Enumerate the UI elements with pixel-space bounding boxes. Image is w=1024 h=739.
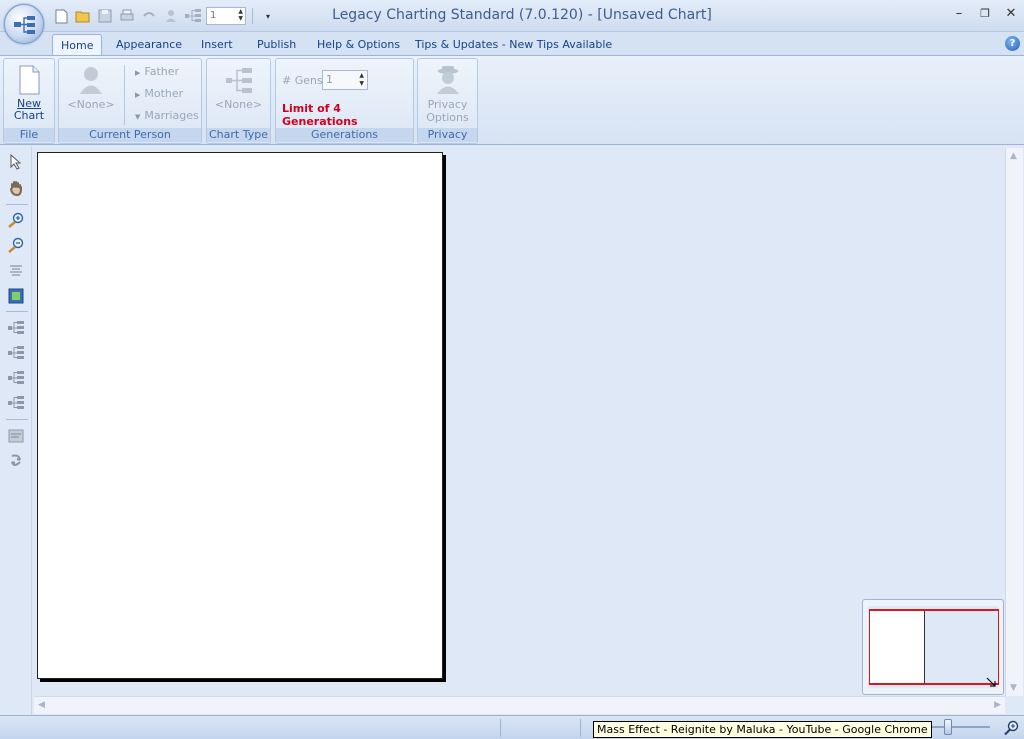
application-menu-button[interactable] bbox=[4, 4, 44, 44]
tab-tips-updates[interactable]: Tips & Updates - New Tips Available bbox=[407, 34, 620, 56]
person-silhouette-icon bbox=[80, 67, 102, 94]
ribbon-tabs: Home Appearance Insert Publish Help & Op… bbox=[0, 32, 1024, 56]
scroll-up-icon[interactable]: ▲ bbox=[1010, 151, 1017, 161]
window-controls: – ❐ ✕ bbox=[952, 6, 1018, 22]
ribbon-group-generations: # Gens 1 ▲ ▼ Limit of 4 Generations Gener… bbox=[275, 58, 414, 144]
minimize-icon[interactable]: – bbox=[952, 6, 966, 22]
title-bar: 1 ▲ ▼ ▾ Legacy Charting Standard (7.0.120… bbox=[0, 0, 1024, 44]
status-divider bbox=[500, 719, 501, 737]
properties-icon[interactable] bbox=[7, 427, 25, 445]
group-label-current-person: Current Person bbox=[59, 128, 201, 142]
ribbon-group-file: New Chart File bbox=[3, 58, 55, 144]
zoom-in-icon[interactable] bbox=[1004, 720, 1020, 736]
zoom-in-icon[interactable] bbox=[7, 211, 25, 229]
help-icon[interactable]: ? bbox=[1005, 36, 1020, 51]
expand-right-icon: ▶ bbox=[135, 69, 141, 77]
mother-button[interactable]: ▶ Mother bbox=[135, 87, 183, 100]
scroll-down-icon[interactable]: ▼ bbox=[1010, 683, 1017, 693]
navigator-panel[interactable] bbox=[862, 599, 1004, 695]
ribbon: New Chart File <None> ▶ Father ▶ Mother ▼ M… bbox=[0, 55, 1024, 145]
left-toolbar bbox=[0, 146, 32, 716]
chart-page[interactable] bbox=[37, 152, 443, 679]
tab-help-options[interactable]: Help & Options bbox=[309, 34, 408, 56]
generation-limit-notice: Limit of 4 Generations bbox=[282, 102, 358, 128]
scroll-right-icon[interactable]: ▶ bbox=[994, 700, 1001, 710]
toolbar-separator bbox=[6, 311, 28, 312]
group-label-privacy: Privacy bbox=[418, 128, 477, 142]
align-lines-icon[interactable] bbox=[7, 261, 25, 279]
tab-publish[interactable]: Publish bbox=[249, 34, 304, 56]
horizontal-scrollbar[interactable]: ◀ ▶ bbox=[34, 696, 1005, 714]
chart-type-tree-icon bbox=[225, 68, 252, 93]
window-title: Legacy Charting Standard (7.0.120) - [Un… bbox=[332, 7, 712, 23]
taskbar-tooltip: Mass Effect - Reignite by Maluka - YouTu… bbox=[593, 721, 932, 738]
ancestor-chart-icon[interactable] bbox=[7, 319, 25, 337]
pan-hand-icon[interactable] bbox=[7, 179, 25, 197]
marriages-button[interactable]: ▼ Marriages bbox=[135, 109, 199, 122]
new-chart-button[interactable]: New Chart bbox=[4, 65, 54, 122]
ribbon-group-chart-type: <None> Chart Type bbox=[206, 58, 271, 144]
current-person-button[interactable]: <None> bbox=[61, 65, 121, 111]
new-chart-icon bbox=[19, 65, 40, 95]
descendant-chart-icon[interactable] bbox=[7, 344, 25, 362]
zoom-out-icon[interactable] bbox=[7, 236, 25, 254]
toolbar-separator bbox=[6, 419, 28, 420]
vertical-scrollbar[interactable]: ▲ ▼ bbox=[1005, 148, 1023, 696]
group-label-generations: Generations bbox=[276, 128, 413, 142]
restore-icon[interactable]: ❐ bbox=[978, 6, 992, 22]
scroll-left-icon[interactable]: ◀ bbox=[38, 700, 45, 710]
toolbar-separator bbox=[6, 204, 28, 205]
father-button[interactable]: ▶ Father bbox=[135, 65, 179, 78]
tab-home[interactable]: Home bbox=[52, 34, 103, 56]
ribbon-group-current-person: <None> ▶ Father ▶ Mother ▼ Marriages Curren… bbox=[58, 58, 202, 144]
navigator-preview[interactable] bbox=[868, 606, 999, 688]
status-divider bbox=[580, 719, 581, 737]
zoom-slider-thumb[interactable] bbox=[944, 719, 952, 735]
resize-arrow-icon[interactable] bbox=[985, 676, 997, 688]
expand-right-icon: ▶ bbox=[135, 91, 141, 99]
spinner-arrows-icon[interactable]: ▲ ▼ bbox=[359, 72, 364, 88]
chart-canvas[interactable] bbox=[34, 148, 1004, 696]
group-separator bbox=[124, 65, 125, 125]
tab-appearance[interactable]: Appearance bbox=[108, 34, 190, 56]
close-icon[interactable]: ✕ bbox=[1004, 6, 1018, 22]
privacy-spy-icon bbox=[436, 66, 459, 94]
refresh-icon[interactable] bbox=[7, 452, 25, 470]
dropdown-arrow-icon: ▼ bbox=[135, 113, 141, 121]
chart-type-button[interactable]: <None> bbox=[207, 65, 270, 111]
select-pointer-icon[interactable] bbox=[7, 153, 25, 171]
tab-insert[interactable]: Insert bbox=[193, 34, 241, 56]
hourglass-chart-icon[interactable] bbox=[7, 369, 25, 387]
family-tree-icon bbox=[14, 16, 35, 34]
privacy-options-button[interactable]: Privacy Options bbox=[418, 65, 477, 124]
fan-chart-icon[interactable] bbox=[7, 394, 25, 412]
fit-to-window-icon[interactable] bbox=[7, 287, 25, 305]
gens-label: # Gens bbox=[282, 74, 323, 87]
ribbon-group-privacy: Privacy Options Privacy bbox=[417, 58, 478, 144]
generations-spinner[interactable]: 1 ▲ ▼ bbox=[322, 70, 368, 90]
group-label-chart-type: Chart Type bbox=[207, 128, 270, 142]
group-label-file: File bbox=[4, 128, 54, 142]
navigator-viewport-rect[interactable] bbox=[869, 609, 999, 685]
